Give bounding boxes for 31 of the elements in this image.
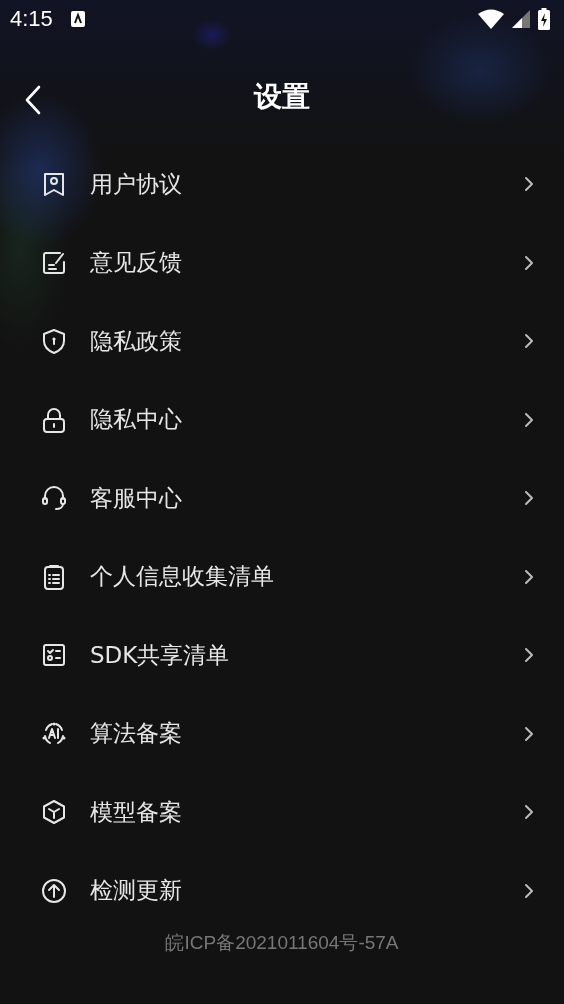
settings-item[interactable]: 个人信息收集清单	[0, 537, 564, 616]
icp-license-text: 皖ICP备2021011604号-57A	[165, 932, 399, 953]
chevron-right-icon	[524, 254, 534, 271]
settings-item[interactable]: 客服中心	[0, 459, 564, 538]
settings-item[interactable]: 意见反馈	[0, 223, 564, 302]
settings-item[interactable]: 检测更新	[0, 851, 564, 930]
lock-icon	[40, 405, 68, 434]
page-title: 设置	[254, 79, 310, 115]
settings-item[interactable]: SDK共享清单	[0, 616, 564, 695]
chevron-right-icon	[524, 725, 534, 742]
chevron-right-icon	[524, 490, 534, 507]
chevron-right-icon	[524, 176, 534, 193]
signal-icon	[512, 10, 530, 28]
chevron-right-icon	[524, 647, 534, 664]
settings-item[interactable]: 隐私中心	[0, 380, 564, 459]
chevron-right-icon	[524, 333, 534, 350]
status-time: 4:15	[10, 6, 53, 32]
chevron-right-icon	[524, 882, 534, 899]
chevron-right-icon	[524, 411, 534, 428]
headset-icon	[40, 484, 68, 513]
settings-item[interactable]: 用户协议	[0, 145, 564, 224]
settings-item[interactable]: 算法备案	[0, 694, 564, 773]
chevron-right-icon	[524, 568, 534, 585]
chevron-right-icon	[524, 804, 534, 821]
battery-icon	[538, 8, 550, 30]
settings-item[interactable]: 模型备案	[0, 773, 564, 852]
notification-icon	[70, 11, 85, 27]
wifi-icon	[478, 9, 504, 29]
cube-icon	[40, 798, 68, 827]
settings-item[interactable]: 隐私政策	[0, 302, 564, 381]
shield-icon	[40, 327, 68, 356]
